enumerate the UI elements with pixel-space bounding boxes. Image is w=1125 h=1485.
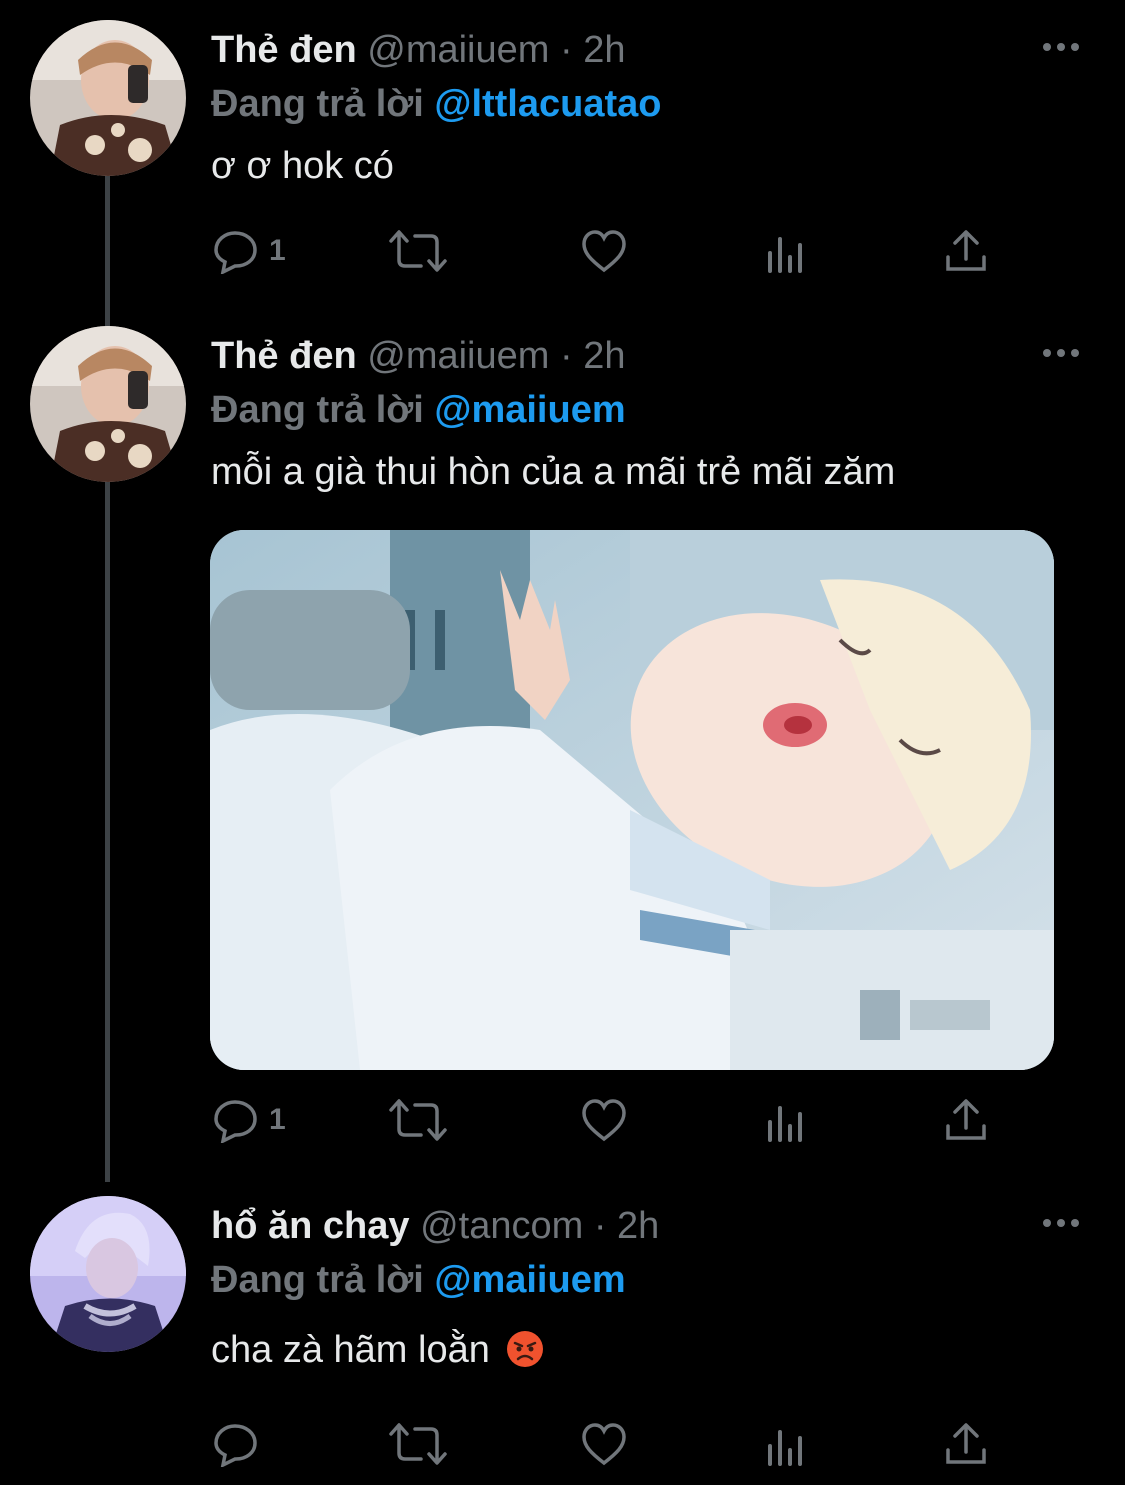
retweet-icon [389, 1099, 447, 1141]
share-button[interactable] [944, 1418, 988, 1470]
mention-link[interactable]: @maiiuem [434, 1259, 625, 1301]
analytics-icon [768, 237, 802, 273]
retweet-button[interactable] [389, 1418, 447, 1470]
heart-icon [582, 1099, 626, 1142]
tweet[interactable]: Thẻ đen @maiiuem · 2h Đang trả lời @lttl… [0, 20, 1125, 300]
timestamp[interactable]: · 2h [560, 335, 625, 377]
more-options-icon[interactable] [1041, 1216, 1081, 1230]
analytics-button[interactable] [766, 225, 806, 277]
reply-button[interactable] [213, 1418, 269, 1470]
user-handle[interactable]: @maiiuem [367, 29, 549, 71]
like-button[interactable] [581, 225, 627, 277]
avatar[interactable] [30, 326, 186, 482]
avatar[interactable] [30, 1196, 186, 1352]
timestamp[interactable]: · 2h [594, 1205, 659, 1247]
like-button[interactable] [581, 1094, 627, 1146]
tweet-media-image[interactable] [210, 530, 1054, 1070]
tweet-actions: 1 [211, 1094, 1011, 1146]
tweet[interactable]: hổ ăn chay @tancom · 2h Đang trả lời @ma… [0, 1196, 1125, 1485]
replying-prefix: Đang trả lời [211, 83, 424, 125]
tweet-header: Thẻ đen @maiiuem · 2h [211, 328, 1035, 384]
reply-icon [214, 231, 257, 274]
reply-count: 1 [269, 1103, 286, 1136]
tweet-text: mỗi a già thui hòn của a mãi trẻ mãi zăm [211, 451, 896, 493]
reply-count: 1 [269, 234, 286, 267]
analytics-icon [768, 1106, 802, 1142]
tweet-text-line: cha zà hãm loằn [211, 1322, 544, 1378]
angry-face-emoji-icon [507, 1331, 544, 1367]
analytics-button[interactable] [766, 1418, 806, 1470]
tweet-header: Thẻ đen @maiiuem · 2h [211, 22, 1035, 78]
tweet-header: hổ ăn chay @tancom · 2h [211, 1198, 1035, 1254]
share-button[interactable] [944, 1094, 988, 1146]
reply-icon [214, 1424, 257, 1467]
tweet-text: cha zà hãm loằn [211, 1329, 490, 1371]
replying-to: Đang trả lời @maiiuem [211, 382, 626, 438]
replying-prefix: Đang trả lời [211, 389, 424, 431]
user-handle[interactable]: @tancom [420, 1205, 583, 1247]
tweet[interactable]: Thẻ đen @maiiuem · 2h Đang trả lời @maii… [0, 326, 1125, 1176]
heart-icon [582, 230, 626, 273]
share-button[interactable] [944, 225, 988, 277]
mention-link[interactable]: @lttlacuatao [434, 83, 661, 125]
analytics-button[interactable] [766, 1094, 806, 1146]
replying-prefix: Đang trả lời [211, 1259, 424, 1301]
tweet-actions: 1 [211, 225, 1011, 277]
display-name[interactable]: hổ ăn chay [211, 1205, 410, 1247]
like-button[interactable] [581, 1418, 627, 1470]
more-options-icon[interactable] [1041, 40, 1081, 54]
display-name[interactable]: Thẻ đen [211, 335, 357, 377]
reply-button[interactable]: 1 [213, 1094, 286, 1146]
display-name[interactable]: Thẻ đen [211, 29, 357, 71]
share-icon [946, 1099, 986, 1140]
retweet-button[interactable] [389, 1094, 447, 1146]
mention-link[interactable]: @maiiuem [434, 389, 625, 431]
reply-button[interactable]: 1 [213, 225, 286, 277]
retweet-button[interactable] [389, 225, 447, 277]
retweet-icon [389, 1423, 447, 1465]
retweet-icon [389, 230, 447, 272]
timestamp[interactable]: · 2h [560, 29, 625, 71]
avatar[interactable] [30, 20, 186, 176]
share-icon [946, 230, 986, 271]
replying-to: Đang trả lời @maiiuem [211, 1252, 626, 1308]
share-icon [946, 1423, 986, 1464]
tweet-actions [211, 1418, 1011, 1470]
tweet-text: ơ ơ hok có [211, 145, 394, 187]
more-options-icon[interactable] [1041, 346, 1081, 360]
analytics-icon [768, 1430, 802, 1466]
replying-to: Đang trả lời @lttlacuatao [211, 76, 661, 132]
user-handle[interactable]: @maiiuem [367, 335, 549, 377]
reply-icon [214, 1100, 257, 1143]
heart-icon [582, 1423, 626, 1466]
